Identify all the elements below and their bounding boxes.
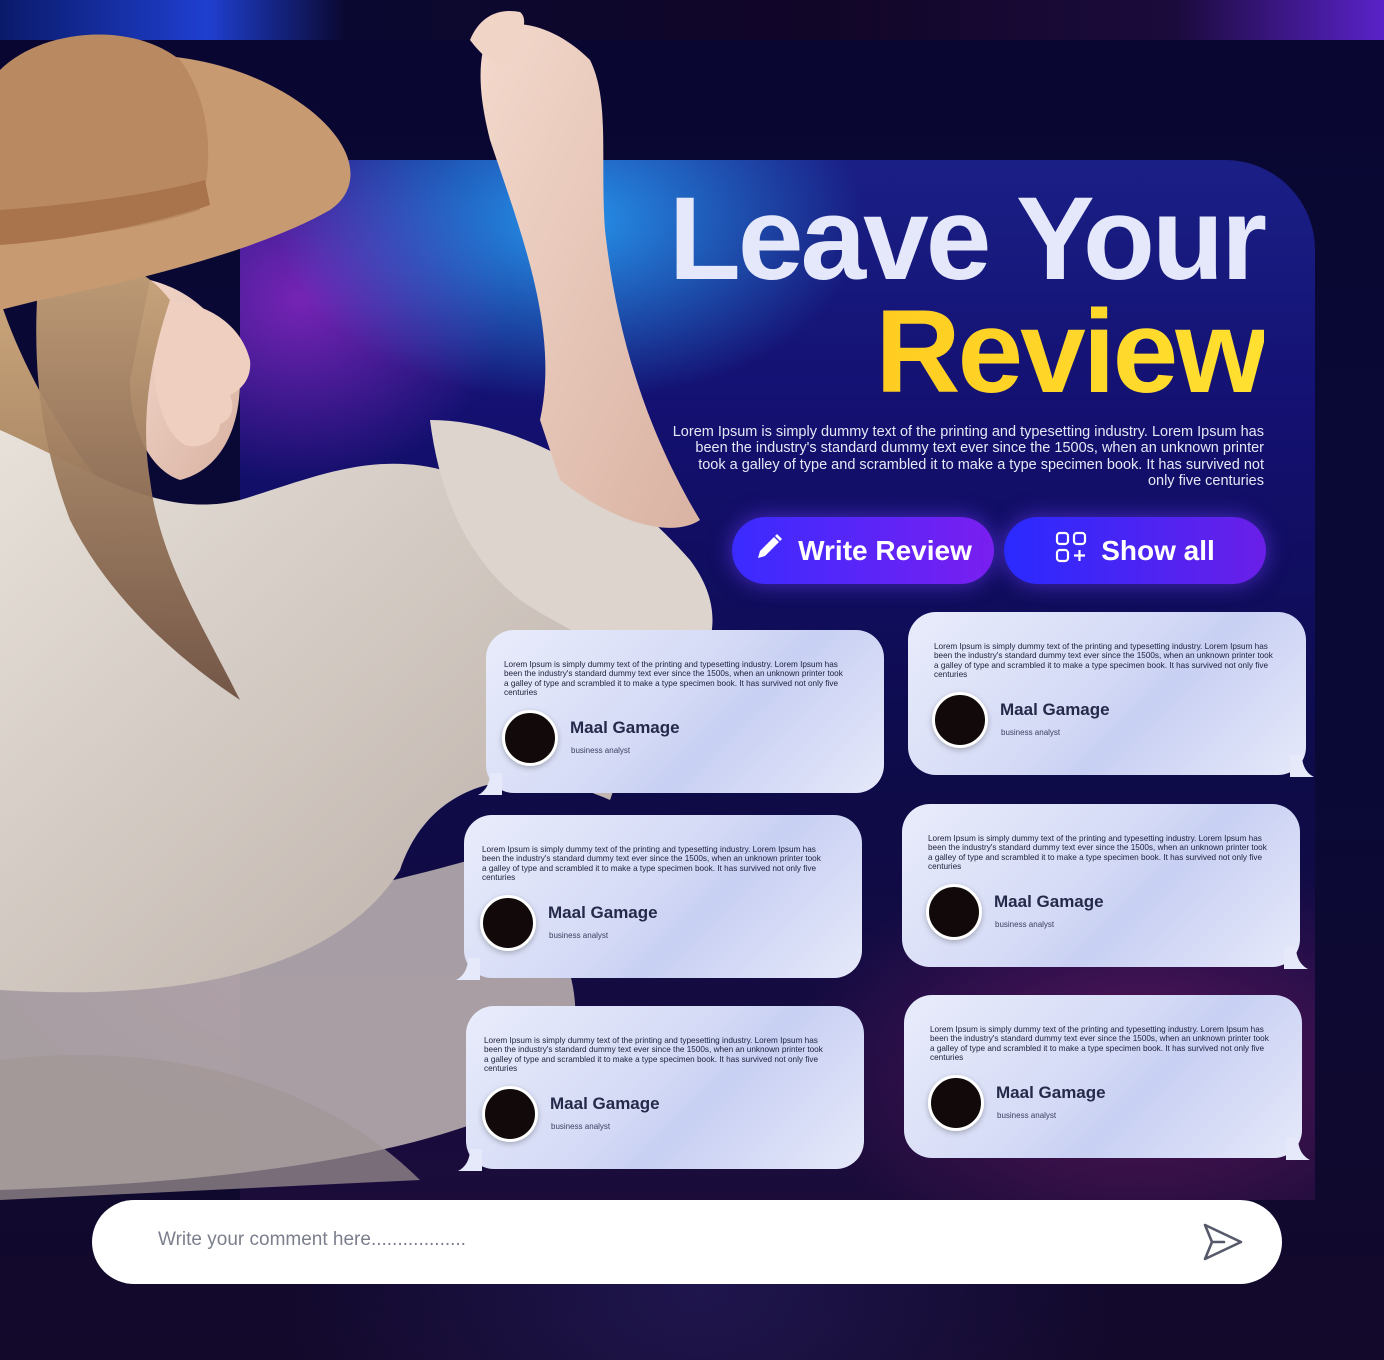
send-icon[interactable]	[1202, 1222, 1244, 1262]
bubble-tail	[1284, 947, 1308, 969]
reviewer-role: business analyst	[1001, 728, 1061, 737]
review-card[interactable]: Lorem Ipsum is simply dummy text of the …	[904, 995, 1310, 1160]
reviewer-role: business analyst	[551, 1122, 611, 1131]
show-all-label: Show all	[1101, 534, 1215, 566]
bubble-tail	[478, 773, 502, 795]
reviewer-name: Maal Gamage	[548, 903, 658, 922]
title-line-1: Leave Your	[668, 173, 1267, 305]
comment-box[interactable]: Write your comment here.................…	[92, 1200, 1282, 1284]
review-text: Lorem Ipsum is simply dummy text of the …	[504, 660, 843, 697]
reviewer-name: Maal Gamage	[1000, 700, 1110, 719]
reviewer-role: business analyst	[571, 746, 631, 755]
grid-plus-icon	[1055, 531, 1087, 570]
reviewer-name: Maal Gamage	[550, 1094, 660, 1113]
review-card[interactable]: Lorem Ipsum is simply dummy text of the …	[908, 612, 1314, 777]
bubble-tail	[458, 1149, 482, 1171]
hero-title: Leave Your Review	[668, 173, 1267, 411]
bubble-tail	[1286, 1138, 1310, 1160]
show-all-button[interactable]: Show all	[1004, 517, 1266, 584]
title-line-2: Review	[669, 293, 1267, 411]
pencil-icon	[754, 532, 784, 569]
write-review-button[interactable]: Write Review	[732, 517, 994, 584]
bubble-tail	[456, 958, 480, 980]
reviewer-role: business analyst	[995, 920, 1055, 929]
reviewer-name: Maal Gamage	[570, 718, 680, 737]
review-card[interactable]: Lorem Ipsum is simply dummy text of the …	[478, 630, 884, 795]
review-card[interactable]: Lorem Ipsum is simply dummy text of the …	[902, 804, 1308, 969]
review-card[interactable]: Lorem Ipsum is simply dummy text of the …	[456, 815, 862, 980]
reviewer-role: business analyst	[997, 1111, 1057, 1120]
comment-input[interactable]: Write your comment here.................…	[158, 1229, 466, 1251]
reviewer-name: Maal Gamage	[994, 892, 1104, 911]
avatar	[480, 895, 536, 951]
reviewer-role: business analyst	[549, 931, 609, 940]
review-text: Lorem Ipsum is simply dummy text of the …	[934, 642, 1273, 679]
review-card[interactable]: Lorem Ipsum is simply dummy text of the …	[458, 1006, 864, 1171]
avatar	[928, 1075, 984, 1131]
bubble-tail	[1290, 755, 1314, 777]
avatar	[926, 884, 982, 940]
avatar	[482, 1086, 538, 1142]
write-review-label: Write Review	[798, 534, 972, 566]
hero-description: Lorem Ipsum is simply dummy text of the …	[672, 424, 1264, 489]
review-text: Lorem Ipsum is simply dummy text of the …	[484, 1036, 823, 1073]
review-text: Lorem Ipsum is simply dummy text of the …	[930, 1025, 1269, 1062]
review-text: Lorem Ipsum is simply dummy text of the …	[928, 834, 1267, 871]
reviewer-name: Maal Gamage	[996, 1083, 1106, 1102]
avatar	[502, 710, 558, 766]
avatar	[932, 692, 988, 748]
review-text: Lorem Ipsum is simply dummy text of the …	[482, 845, 821, 882]
